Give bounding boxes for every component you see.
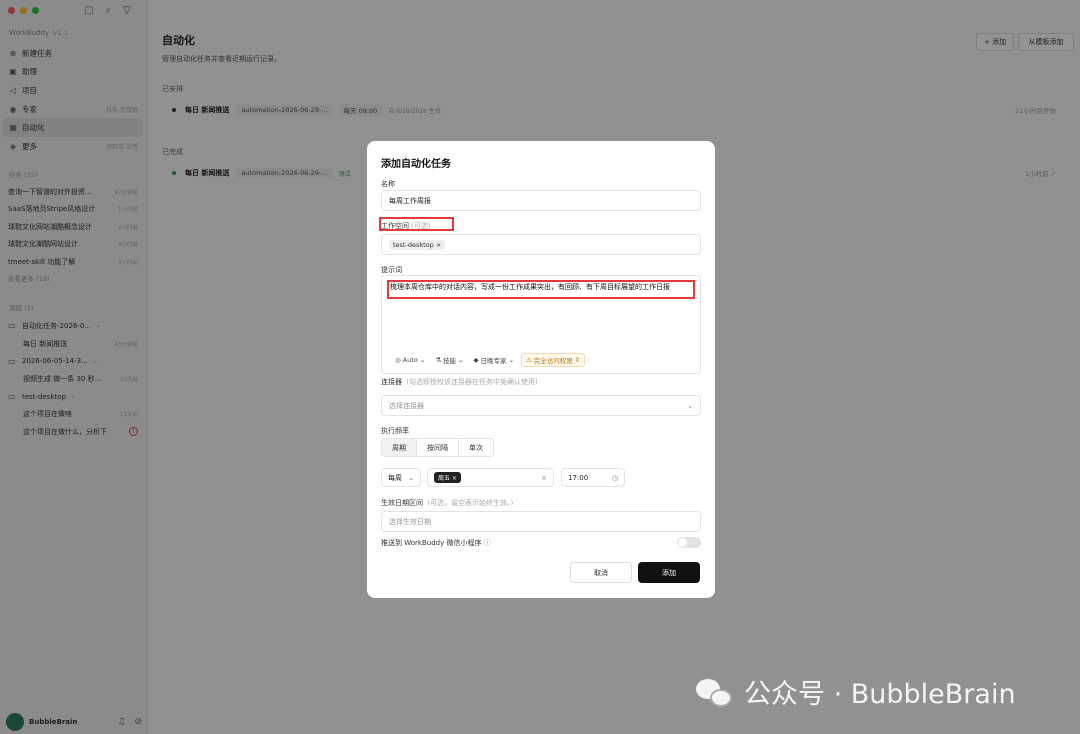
add-automation-dialog: 添加自动化任务 名称 每周工作周报 工作空间 (可选) test-desktop … (367, 141, 715, 598)
watermark: 公众号 · BubbleBrain (696, 672, 1016, 711)
name-label: 名称 (381, 180, 395, 188)
connector-select[interactable]: 选择连接器 ⌄ (381, 395, 701, 416)
chevron-down-icon: ⌄ (458, 356, 464, 364)
chevron-down-icon: ⌄ (508, 356, 514, 364)
weekday-select[interactable]: 周五 × × (427, 468, 554, 487)
clock-icon: ◷ (611, 473, 618, 482)
time-picker[interactable]: 17:00 ◷ (561, 468, 625, 487)
expert-selector[interactable]: ◆ 日晚专家 ⌄ (471, 354, 517, 366)
highlight-box (387, 280, 695, 299)
wechat-icon (696, 675, 734, 709)
warning-icon: ⚠ (525, 356, 532, 364)
tab-period[interactable]: 周期 (382, 439, 417, 456)
chevron-down-icon: ⌄ (687, 401, 693, 410)
dialog-title: 添加自动化任务 (381, 159, 451, 170)
submit-add-button[interactable]: 添加 (638, 562, 700, 583)
tab-interval[interactable]: 按间隔 (417, 439, 459, 456)
weekday-tag[interactable]: 周五 × (434, 472, 461, 483)
permission-selector[interactable]: ⚠ 完全访问权限 ⇕ (520, 353, 586, 367)
chevron-down-icon: ⌄ (419, 356, 426, 364)
push-label: 推送到 WorkBuddy 微信小程序 ⓘ (381, 539, 491, 547)
frequency-label: 执行频率 (381, 427, 409, 435)
connector-label: 连接器 (勾选即授权该连接器在任务中免确认使用) (381, 378, 538, 386)
info-icon: ⓘ (483, 539, 491, 547)
workspace-input[interactable]: test-desktop × (381, 234, 701, 255)
clear-icon[interactable]: × (541, 474, 547, 482)
model-selector[interactable]: ◎ Auto ⌄ (392, 355, 428, 365)
workspace-tag[interactable]: test-desktop × (389, 239, 446, 250)
expert-icon: ◆ (473, 356, 479, 364)
period-select[interactable]: 每周 ⌄ (381, 468, 421, 487)
highlight-box (379, 217, 454, 231)
updown-icon: ⇕ (574, 356, 581, 364)
prompt-toolbar: ◎ Auto ⌄ ⚗ 技能 ⌄ ◆ 日晚专家 ⌄ ⚠ 完全访问权限 ⇕ (392, 353, 586, 367)
skill-icon: ⚗ (435, 356, 442, 364)
skill-selector[interactable]: ⚗ 技能 ⌄ (432, 354, 466, 366)
prompt-label: 提示词 (381, 266, 402, 274)
date-range-label: 生效日期区间 (可选，留空表示始终生效。) (381, 499, 514, 507)
date-range-input[interactable]: 选择生效日期 (381, 511, 701, 532)
cancel-button[interactable]: 取消 (570, 562, 632, 583)
frequency-tabs: 周期 按间隔 单次 (381, 438, 494, 457)
tab-once[interactable]: 单次 (459, 439, 493, 456)
chevron-down-icon: ⌄ (408, 473, 414, 482)
name-input[interactable]: 每周工作周报 (381, 190, 701, 211)
push-toggle[interactable] (677, 537, 701, 548)
auto-icon: ◎ (395, 356, 401, 364)
